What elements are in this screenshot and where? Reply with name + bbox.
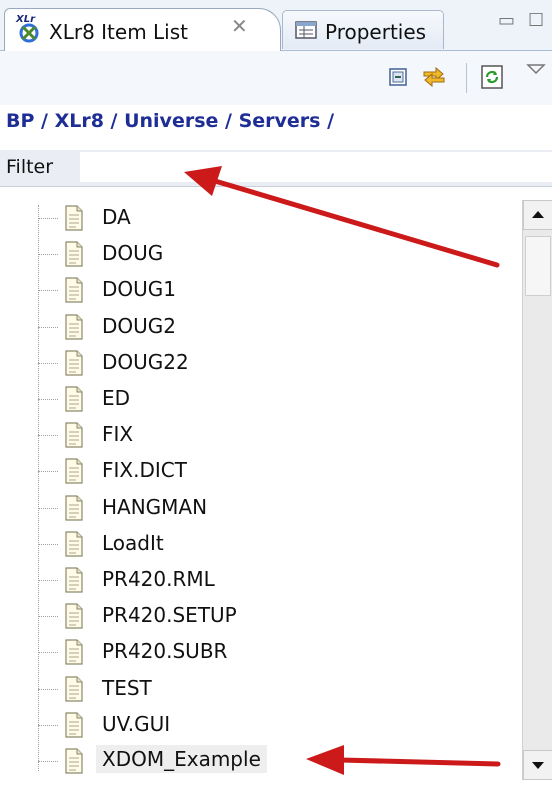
- tree-item-label: FIX.DICT: [102, 458, 187, 483]
- file-icon: [65, 531, 83, 557]
- file-icon: [65, 350, 83, 376]
- file-icon: [65, 422, 83, 448]
- tree-connector: [38, 507, 58, 509]
- file-icon: [65, 748, 83, 774]
- file-icon: [65, 639, 83, 665]
- tree-item-label: PR420.SETUP: [102, 603, 237, 628]
- tab-xlr8-item-list[interactable]: XLr XLr8 Item List ✕: [4, 8, 281, 51]
- tree-connector: [38, 362, 58, 364]
- tree-item[interactable]: DOUG2: [38, 310, 518, 344]
- tree-item-label: DOUG22: [102, 349, 189, 374]
- file-icon: [65, 712, 83, 738]
- tree-item[interactable]: FIX.DICT: [38, 454, 518, 488]
- tree-item[interactable]: UV.GUI: [38, 708, 518, 742]
- tree-item[interactable]: DOUG1: [38, 273, 518, 307]
- tree-item-label: TEST: [102, 675, 152, 700]
- tree-item-label: DA: [102, 205, 131, 229]
- tree-connector: [38, 254, 58, 256]
- file-icon: [65, 603, 83, 629]
- tree-item[interactable]: DOUG: [38, 237, 518, 271]
- xlr8-app-icon: XLr: [15, 14, 39, 43]
- tree-item[interactable]: PR420.RML: [38, 563, 518, 597]
- tree-item[interactable]: DA: [38, 201, 518, 235]
- tree-connector: [38, 399, 58, 400]
- svg-text:XLr: XLr: [15, 14, 36, 25]
- scroll-down-icon: [532, 762, 544, 769]
- file-icon: [65, 241, 83, 267]
- tree-item-label: UV.GUI: [102, 711, 171, 736]
- tab-properties[interactable]: Properties: [282, 10, 444, 49]
- tree-connector: [38, 724, 58, 726]
- tree-connector: [38, 580, 58, 581]
- tree-item[interactable]: LoadIt: [38, 527, 518, 561]
- vertical-scrollbar[interactable]: [522, 200, 552, 780]
- collapse-all-icon[interactable]: [384, 63, 412, 91]
- tab-label: Properties: [325, 20, 427, 44]
- maximize-icon[interactable]: ☐: [528, 12, 544, 30]
- file-icon: [65, 567, 83, 593]
- tree-item[interactable]: XDOM_Example: [38, 744, 518, 778]
- file-icon: [65, 386, 83, 412]
- view-toolbar: [0, 51, 552, 105]
- file-icon: [65, 277, 83, 303]
- scroll-thumb[interactable]: [525, 236, 551, 296]
- tree-connector: [38, 616, 58, 618]
- tree-item[interactable]: FIX: [38, 418, 518, 452]
- filter-row: Filter: [0, 150, 552, 186]
- tree-item-label: XDOM_Example: [96, 745, 267, 773]
- scroll-up-button[interactable]: [523, 200, 552, 230]
- tree-item-label: PR420.SUBR: [102, 639, 228, 664]
- tree-item-label: DOUG2: [102, 313, 177, 338]
- link-with-editor-icon[interactable]: [420, 63, 448, 91]
- view-menu-icon[interactable]: [524, 59, 548, 79]
- tree-item[interactable]: HANGMAN: [38, 491, 518, 525]
- tree-item[interactable]: PR420.SETUP: [38, 599, 518, 633]
- refresh-icon[interactable]: [478, 63, 506, 91]
- breadcrumb[interactable]: BP / XLr8 / Universe / Servers /: [6, 110, 334, 132]
- scroll-up-icon: [532, 211, 544, 218]
- tree-connector: [38, 326, 58, 328]
- tree-item-label: DOUG: [102, 241, 164, 266]
- tree-item-label: LoadIt: [102, 530, 164, 555]
- tree-connector: [38, 471, 58, 473]
- properties-icon: [295, 21, 317, 39]
- tree-item[interactable]: DOUG22: [38, 346, 518, 380]
- close-icon[interactable]: ✕: [231, 15, 251, 37]
- filter-input[interactable]: [80, 152, 552, 182]
- file-icon: [65, 675, 83, 702]
- tree-item-label: PR420.RML: [102, 567, 215, 591]
- tree-item[interactable]: ED: [38, 382, 518, 416]
- tab-label: XLr8 Item List: [49, 20, 188, 44]
- view-tab-bar: XLr XLr8 Item List ✕ Properties ▭ ☐: [0, 0, 552, 51]
- tree-item-label: DOUG1: [102, 277, 177, 302]
- toolbar-separator: [466, 63, 467, 93]
- tree-connector: [38, 652, 58, 654]
- file-icon: [65, 494, 83, 521]
- tree-item-label: ED: [102, 386, 131, 410]
- scroll-down-button[interactable]: [523, 750, 552, 780]
- item-tree: DA DOUG DOUG1 DOUG2 DOUG22 ED FIX FIX.DICT HANGM…: [0, 186, 552, 811]
- tree-connector: [38, 761, 58, 762]
- filter-label: Filter: [6, 156, 54, 178]
- tree-connector: [38, 435, 58, 437]
- file-icon: [65, 458, 83, 484]
- tree-item-label: FIX: [102, 422, 134, 447]
- tree-item[interactable]: PR420.SUBR: [38, 635, 518, 669]
- file-icon: [65, 313, 83, 340]
- file-icon: [65, 205, 83, 231]
- tree-item-label: HANGMAN: [102, 494, 208, 519]
- tree-connector: [38, 290, 58, 292]
- minimize-icon[interactable]: ▭: [498, 12, 515, 30]
- tree-connector: [38, 543, 58, 545]
- tree-item[interactable]: TEST: [38, 672, 518, 706]
- tree-connector: [38, 218, 58, 219]
- tree-connector: [38, 688, 58, 690]
